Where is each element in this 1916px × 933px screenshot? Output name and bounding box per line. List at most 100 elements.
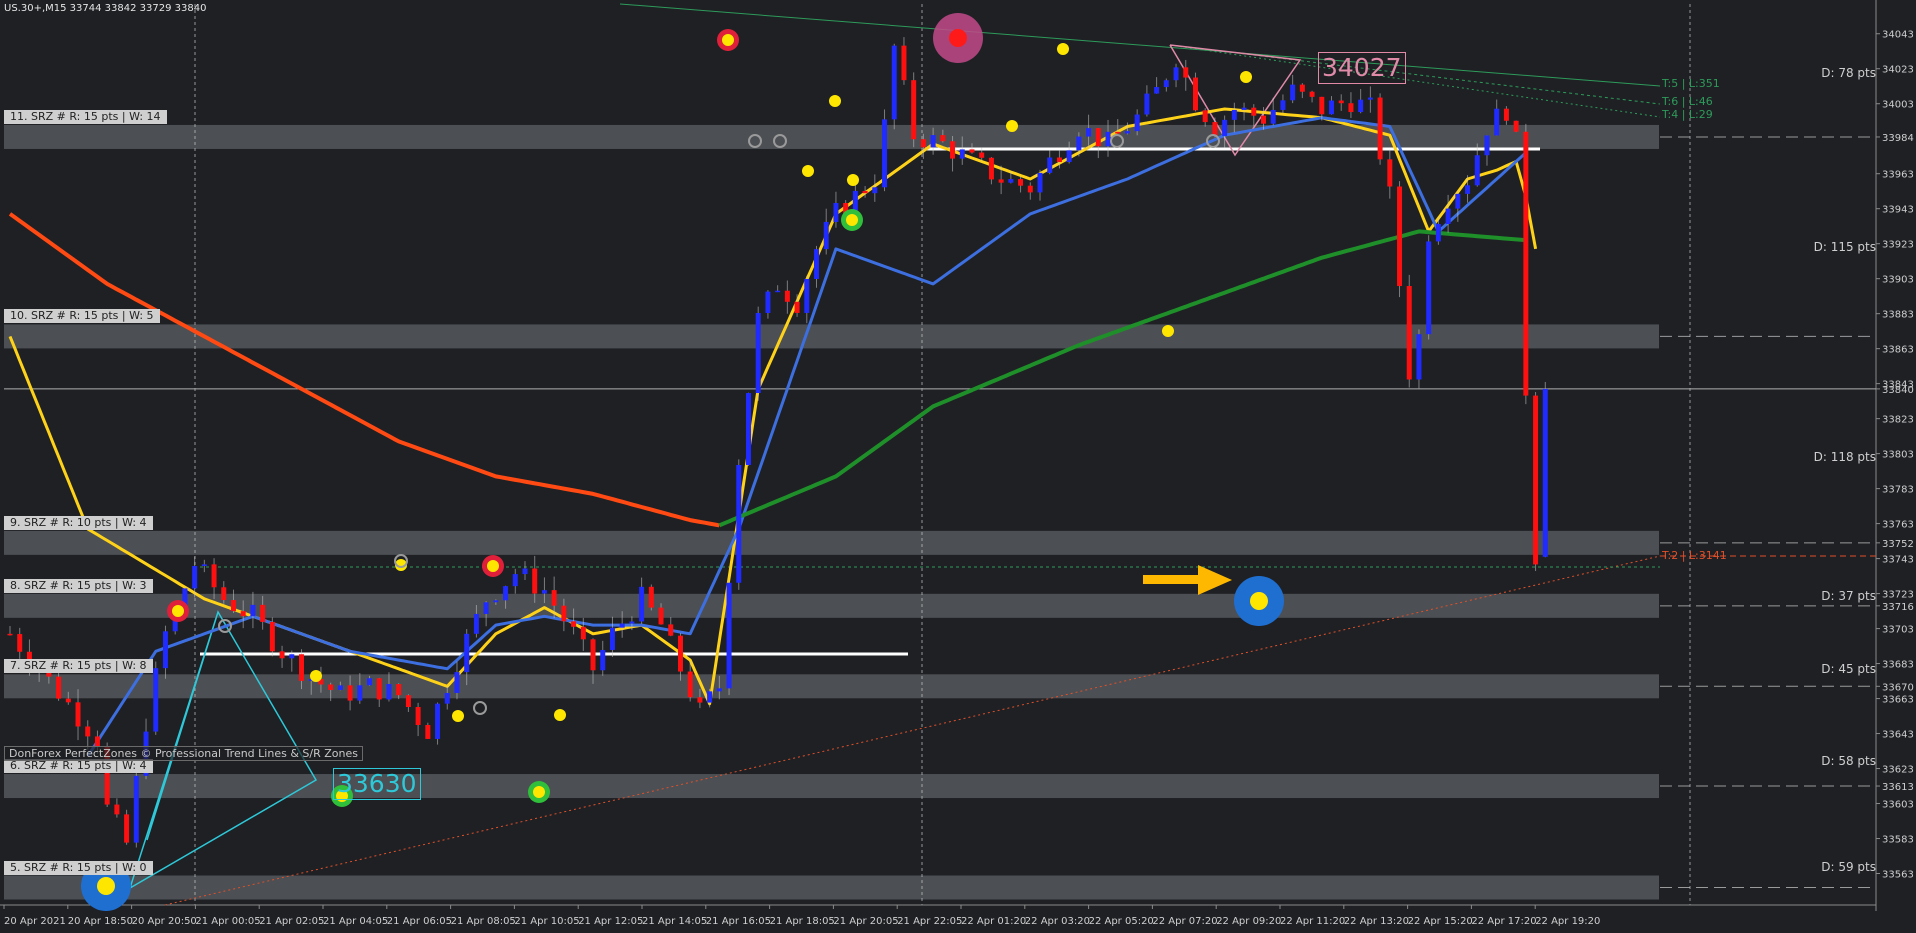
buy-signal-core bbox=[846, 214, 858, 226]
bull-candle bbox=[823, 221, 829, 250]
bull-candle bbox=[775, 290, 781, 293]
bull-candle bbox=[1231, 109, 1237, 120]
bear-candle bbox=[260, 604, 266, 622]
bear-candle bbox=[211, 564, 217, 588]
bull-candle bbox=[162, 631, 168, 669]
bear-candle bbox=[1212, 122, 1218, 136]
price-tick-label: 33903 bbox=[1882, 275, 1914, 286]
bear-candle bbox=[687, 671, 693, 698]
price-tick-label: 33613 bbox=[1882, 782, 1914, 793]
bear-candle bbox=[299, 654, 305, 681]
bear-candle bbox=[901, 45, 907, 81]
price-tick-label: 33623 bbox=[1882, 765, 1914, 776]
bear-candle bbox=[425, 724, 431, 739]
zone-band-2 bbox=[4, 530, 1659, 555]
bull-candle bbox=[814, 249, 820, 279]
bull-candle bbox=[1445, 208, 1451, 224]
zone-label: 9. SRZ # R: 10 pts | W: 4 bbox=[4, 515, 153, 530]
yellow-dot-marker bbox=[310, 670, 322, 682]
bull-candle bbox=[1484, 135, 1490, 156]
bull-candle bbox=[1474, 155, 1480, 186]
trend-label: T:4 | L:29 bbox=[1662, 108, 1713, 121]
bull-candle bbox=[473, 613, 479, 634]
buy-signal-core bbox=[533, 786, 545, 798]
bull-candle bbox=[726, 582, 732, 689]
sell-signal-core bbox=[172, 605, 184, 617]
bull-candle bbox=[959, 149, 965, 159]
bear-candle bbox=[240, 611, 246, 617]
bull-candle bbox=[1542, 388, 1548, 557]
bear-candle bbox=[75, 702, 81, 727]
bear-candle bbox=[1251, 107, 1257, 116]
bear-candle bbox=[56, 676, 62, 699]
time-tick-label: 21 Apr 00:05 bbox=[195, 916, 260, 927]
bear-candle bbox=[998, 179, 1004, 183]
bull-candle bbox=[736, 464, 742, 583]
bull-candle bbox=[1416, 334, 1422, 380]
bull-candle bbox=[1329, 100, 1335, 115]
price-tick-label: 33943 bbox=[1882, 205, 1914, 216]
price-tick-label: 34043 bbox=[1882, 30, 1914, 41]
bull-candle bbox=[1494, 108, 1500, 136]
bear-candle bbox=[1115, 131, 1121, 134]
distance-label: D: 58 pts bbox=[1821, 754, 1876, 768]
bear-candle bbox=[1056, 157, 1062, 163]
yellow-dot-marker bbox=[829, 95, 841, 107]
bear-candle bbox=[328, 684, 334, 690]
yellow-dot-marker bbox=[1240, 71, 1252, 83]
bull-candle bbox=[522, 568, 528, 575]
bear-candle bbox=[940, 135, 946, 142]
price-tick-label: 33723 bbox=[1882, 590, 1914, 601]
bull-candle bbox=[1270, 109, 1276, 124]
price-tick-label: 33663 bbox=[1882, 695, 1914, 706]
bear-candle bbox=[1260, 115, 1266, 124]
bull-candle bbox=[891, 45, 897, 120]
major-bottom-core bbox=[97, 877, 115, 895]
bear-candle bbox=[1183, 67, 1189, 78]
price-tick-label: 33923 bbox=[1882, 240, 1914, 251]
time-tick-label: 21 Apr 08:05 bbox=[451, 916, 516, 927]
price-tick-label: 34003 bbox=[1882, 100, 1914, 111]
price-chart[interactable]: 34043 34023 34003 33984 33963 33943 33923 33903… bbox=[0, 0, 1916, 933]
bear-candle bbox=[65, 698, 71, 703]
zone-label: 8. SRZ # R: 15 pts | W: 3 bbox=[4, 578, 153, 593]
price-tick-label: 33563 bbox=[1882, 870, 1914, 881]
yellow-dot-marker bbox=[554, 709, 566, 721]
bear-candle bbox=[658, 607, 664, 625]
distance-label: D: 59 pts bbox=[1821, 860, 1876, 874]
bear-candle bbox=[94, 736, 100, 747]
bear-candle bbox=[697, 697, 703, 703]
bull-candle bbox=[153, 668, 159, 732]
yellow-dot-marker bbox=[1057, 43, 1069, 55]
bear-candle bbox=[561, 605, 567, 622]
time-tick-label: 21 Apr 14:05 bbox=[642, 916, 707, 927]
bull-candle bbox=[1280, 100, 1286, 110]
price-tick-label: 33763 bbox=[1882, 520, 1914, 531]
yellow-dot-marker bbox=[452, 710, 464, 722]
bull-candle bbox=[1455, 193, 1461, 209]
zone-band-6 bbox=[4, 875, 1659, 900]
bear-candle bbox=[969, 149, 975, 153]
bull-candle bbox=[1222, 119, 1228, 136]
price-tick-label: 33803 bbox=[1882, 450, 1914, 461]
time-tick-label: 22 Apr 03:20 bbox=[1025, 916, 1090, 927]
bull-candle bbox=[755, 312, 761, 394]
time-tick-label: 22 Apr 07:20 bbox=[1152, 916, 1217, 927]
bull-candle bbox=[619, 623, 625, 628]
price-tick-label: 33643 bbox=[1882, 730, 1914, 741]
time-tick-label: 21 Apr 16:05 bbox=[706, 916, 771, 927]
bull-candle bbox=[1008, 179, 1014, 183]
bear-candle bbox=[1338, 100, 1344, 104]
price-tick-label: 33984 bbox=[1882, 133, 1914, 144]
bull-candle bbox=[1358, 99, 1364, 113]
bull-candle bbox=[503, 586, 509, 601]
time-tick-label: 21 Apr 22:05 bbox=[897, 916, 962, 927]
bull-candle bbox=[1144, 93, 1150, 115]
zone-label: 7. SRZ # R: 15 pts | W: 8 bbox=[4, 659, 153, 674]
price-tick-label: 33863 bbox=[1882, 345, 1914, 356]
bear-candle bbox=[1387, 159, 1393, 187]
bull-candle bbox=[1066, 150, 1072, 163]
bull-candle bbox=[765, 291, 771, 313]
price-tick-label: 33823 bbox=[1882, 415, 1914, 426]
trend-label: T:5 | L:351 bbox=[1662, 77, 1720, 90]
